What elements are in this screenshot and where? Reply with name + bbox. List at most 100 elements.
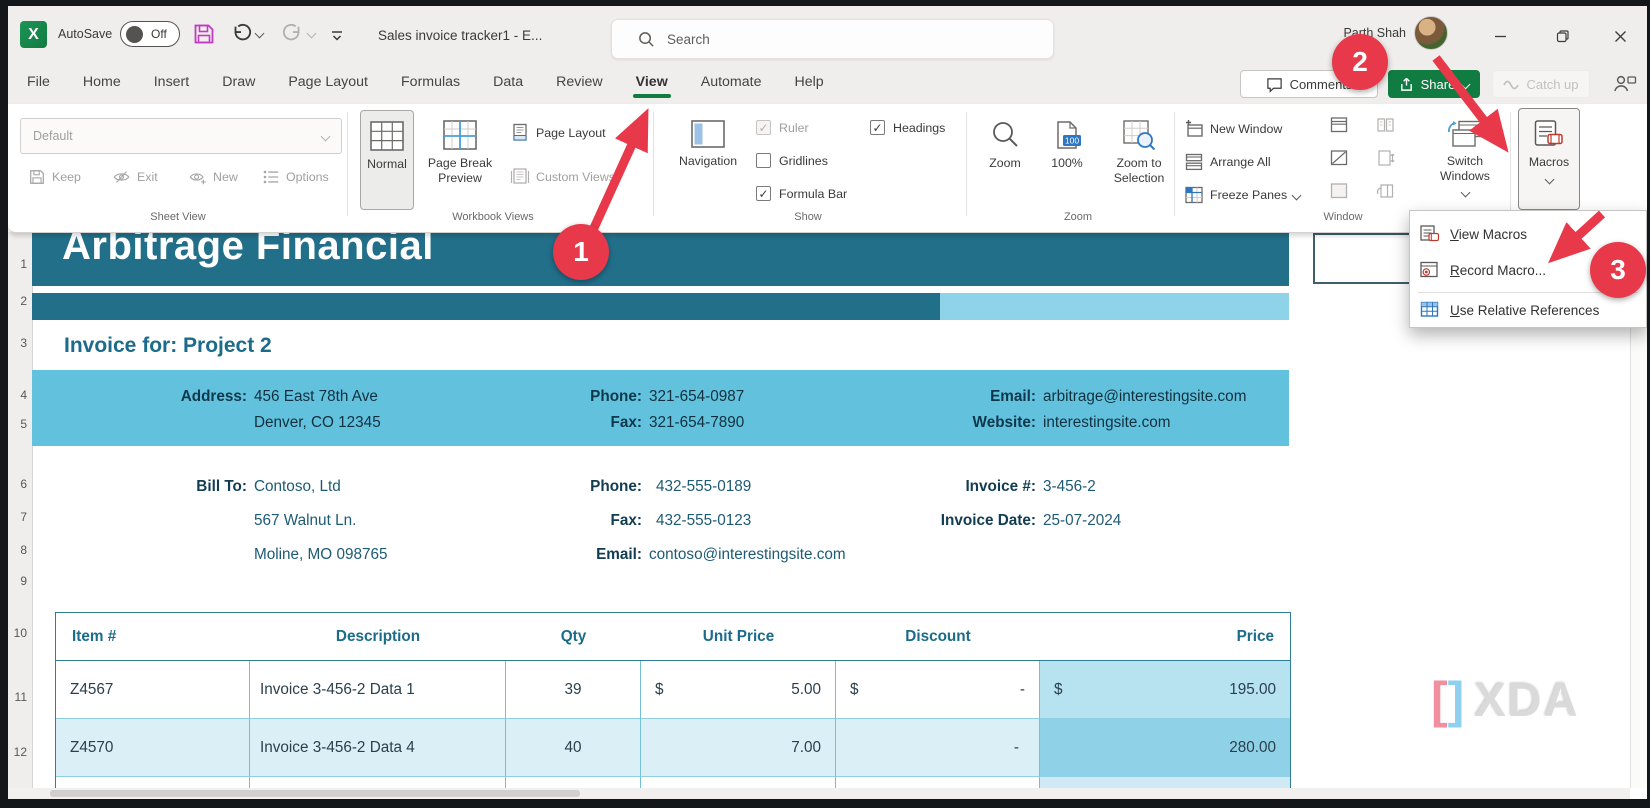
page-break-preview-button[interactable]: Page Break Preview — [418, 110, 502, 210]
ribbon-tab-row: File Home Insert Draw Page Layout Formul… — [0, 64, 1650, 104]
invoice-for-title: Invoice for: Project 2 — [64, 334, 272, 358]
row-number[interactable]: 12 — [8, 745, 27, 759]
group-label-sheet-view: Sheet View — [98, 211, 258, 223]
row-number[interactable]: 2 — [8, 294, 27, 308]
tab-review[interactable]: Review — [555, 72, 604, 96]
cell-empty[interactable] — [836, 777, 1040, 788]
exit-sheet-view-button: Exit — [112, 164, 158, 190]
cell-empty[interactable] — [250, 777, 506, 788]
cell-description[interactable]: Invoice 3-456-2 Data 4 — [250, 719, 506, 777]
cell-unit-price[interactable]: $ 5.00 — [641, 661, 836, 719]
hide-window-icon[interactable] — [1330, 149, 1348, 167]
horizontal-scrollbar-thumb[interactable] — [50, 790, 580, 797]
step-badge-3: 3 — [1590, 242, 1646, 298]
freeze-panes-chevron-icon — [1292, 190, 1302, 200]
checkbox-icon: ✓ — [756, 186, 771, 201]
tab-file[interactable]: File — [26, 72, 51, 96]
cell-item[interactable]: Z4570 — [56, 719, 250, 777]
tab-view[interactable]: View — [635, 72, 669, 96]
row-number[interactable]: 5 — [8, 417, 27, 431]
minimize-button[interactable] — [1484, 22, 1516, 50]
normal-view-button[interactable]: Normal — [360, 110, 414, 210]
menu-item-use-relative-references[interactable]: Use Relative References — [1410, 295, 1646, 325]
discount-value: - — [1020, 681, 1025, 699]
catch-up-label: Catch up — [1526, 77, 1578, 92]
record-macro-label: Record Macro... — [1450, 263, 1546, 278]
tab-home[interactable]: Home — [82, 72, 122, 96]
autosave-toggle[interactable]: Off — [120, 21, 180, 47]
cell-empty[interactable] — [506, 777, 641, 788]
row-number[interactable]: 10 — [8, 626, 27, 640]
document-title[interactable]: Sales invoice tracker1 - E... — [378, 28, 542, 43]
tab-page-layout[interactable]: Page Layout — [287, 72, 369, 96]
cell-item[interactable]: Z4567 — [56, 661, 250, 719]
undo-button[interactable] — [230, 22, 263, 44]
cell-empty[interactable] — [1040, 777, 1290, 788]
navigation-button[interactable]: Navigation — [663, 110, 753, 210]
save-icon[interactable] — [192, 22, 216, 46]
people-icon[interactable] — [1612, 72, 1637, 96]
cell-discount[interactable]: - — [836, 719, 1040, 777]
company-phone-line: Phone: 321-654-0987 — [452, 384, 744, 410]
macros-button[interactable]: Macros — [1518, 108, 1580, 210]
tab-draw[interactable]: Draw — [221, 72, 256, 96]
cell-description[interactable]: Invoice 3-456-2 Data 1 — [250, 661, 506, 719]
headings-checkbox[interactable]: ✓ Headings — [870, 120, 945, 135]
undo-chevron-icon[interactable] — [255, 28, 265, 38]
share-button[interactable]: Share — [1388, 70, 1480, 98]
switch-windows-button[interactable]: Switch Windows — [1424, 110, 1506, 210]
search-box[interactable]: Search — [611, 19, 1054, 59]
unit-price-value: 5.00 — [791, 681, 821, 699]
bill-to-label: Bill To: — [64, 478, 247, 496]
close-button[interactable] — [1604, 22, 1636, 50]
gridlines-checkbox[interactable]: Gridlines — [756, 153, 828, 168]
page-layout-view-button[interactable]: Page Layout — [510, 120, 606, 146]
split-icon[interactable] — [1330, 116, 1348, 134]
invoice-number-line: Invoice #: 3-456-2 — [802, 474, 1096, 500]
tab-help[interactable]: Help — [793, 72, 824, 96]
cell-price[interactable]: 280.00 — [1040, 719, 1290, 777]
group-separator — [347, 112, 348, 216]
excel-window: 1 2 3 4 5 6 7 8 9 10 11 12 Arbitrage Fin… — [0, 0, 1650, 808]
customize-qat-icon[interactable] — [330, 28, 344, 42]
zoom-100-button[interactable]: 100 100% — [1038, 110, 1096, 210]
tab-automate[interactable]: Automate — [700, 72, 763, 96]
cell-qty[interactable]: 39 — [506, 661, 641, 719]
row-number[interactable]: 4 — [8, 388, 27, 402]
tab-insert[interactable]: Insert — [153, 72, 190, 96]
reset-window-position-icon — [1376, 182, 1395, 200]
cell-discount[interactable]: $ - — [836, 661, 1040, 719]
checkbox-icon: ✓ — [870, 120, 885, 135]
cell-unit-price[interactable]: 7.00 — [641, 719, 836, 777]
cell-empty[interactable] — [56, 777, 250, 788]
arrange-all-button[interactable]: Arrange All — [1184, 149, 1271, 175]
maximize-button[interactable] — [1546, 22, 1578, 50]
cell-price[interactable]: $ 195.00 — [1040, 661, 1290, 719]
keep-label: Keep — [52, 170, 81, 184]
row-number[interactable]: 1 — [8, 257, 27, 271]
row-number[interactable]: 3 — [8, 336, 27, 350]
tab-formulas[interactable]: Formulas — [400, 72, 461, 96]
row-number[interactable]: 6 — [8, 477, 27, 491]
new-label: New — [213, 170, 238, 184]
autosave-label: AutoSave — [58, 27, 112, 41]
formula-bar-checkbox[interactable]: ✓ Formula Bar — [756, 186, 847, 201]
tab-data[interactable]: Data — [492, 72, 524, 96]
freeze-panes-button[interactable]: Freeze Panes — [1184, 182, 1300, 208]
row-number[interactable]: 9 — [8, 574, 27, 588]
normal-view-icon — [370, 121, 404, 151]
title-and-ribbon-chrome: X AutoSave Off Sales invoice tracker1 - … — [0, 0, 1650, 104]
new-window-button[interactable]: New Window — [1184, 116, 1282, 142]
cell-qty[interactable]: 40 — [506, 719, 641, 777]
zoom-to-selection-button[interactable]: Zoom to Selection — [1100, 110, 1178, 210]
address-value: 456 East 78th Ave — [254, 388, 378, 406]
row-number[interactable]: 7 — [8, 510, 27, 524]
row-number[interactable]: 11 — [8, 690, 27, 704]
formula-bar-label: Formula Bar — [779, 187, 847, 201]
row-number[interactable]: 8 — [8, 543, 27, 557]
cell-empty[interactable] — [641, 777, 836, 788]
avatar[interactable] — [1414, 16, 1448, 50]
accent-bar-light — [940, 293, 1289, 320]
keep-sheet-view-button: Keep — [28, 164, 81, 190]
zoom-button[interactable]: Zoom — [976, 110, 1034, 210]
